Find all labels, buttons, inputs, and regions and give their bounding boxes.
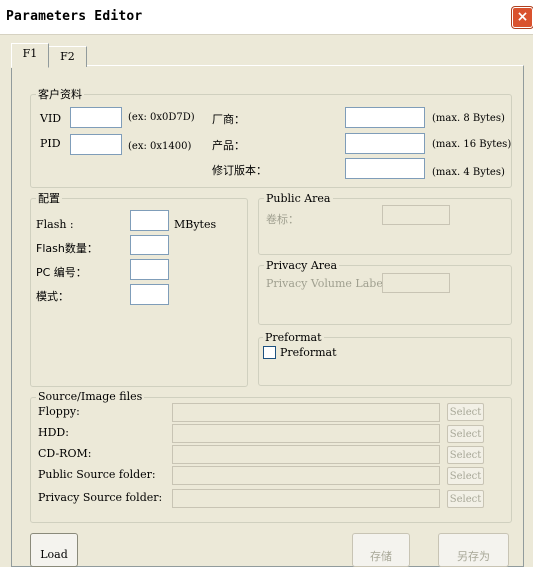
- source-files-title: Source/Image files: [36, 390, 145, 403]
- hdd-label: HDD:: [38, 426, 69, 439]
- close-icon[interactable]: ×: [512, 7, 533, 28]
- privacy-source-path-input: [172, 489, 440, 508]
- tab-f1[interactable]: F1: [11, 43, 49, 68]
- save-button: 存储: [352, 533, 410, 567]
- floppy-path-input: [172, 403, 440, 422]
- cdrom-label: CD-ROM:: [38, 447, 92, 460]
- privacy-source-select-button: Select: [447, 490, 484, 508]
- hdd-path-input: [172, 424, 440, 443]
- public-volume-label: 卷标：: [266, 213, 299, 226]
- product-input[interactable]: [345, 133, 425, 154]
- config-title: 配置: [36, 190, 62, 206]
- preformat-title: Preformat: [263, 331, 324, 344]
- privacy-source-label: Privacy Source folder:: [38, 491, 163, 504]
- pid-input[interactable]: [70, 134, 122, 155]
- public-source-select-button: Select: [447, 467, 484, 485]
- cdrom-path-input: [172, 445, 440, 464]
- window-title: Parameters Editor: [6, 9, 143, 24]
- privacy-area-title: Privacy Area: [264, 259, 340, 272]
- flash-count-input[interactable]: [130, 235, 169, 255]
- product-hint: (max. 16 Bytes): [432, 139, 512, 150]
- tab-f2[interactable]: F2: [48, 46, 87, 67]
- vendor-label: 厂商：: [212, 113, 245, 126]
- cdrom-select-button: Select: [447, 446, 484, 464]
- floppy-select-button: Select: [447, 403, 484, 421]
- pc-number-label: PC 编号：: [36, 266, 87, 279]
- mode-label: 模式：: [36, 290, 69, 303]
- privacy-volume-label: Privacy Volume Label:: [266, 277, 391, 290]
- floppy-label: Floppy:: [38, 405, 80, 418]
- flash-count-label: Flash数量：: [36, 242, 98, 255]
- vid-label: VID: [40, 112, 62, 125]
- vid-hint: (ex: 0x0D7D): [128, 112, 195, 123]
- revision-label: 修订版本：: [212, 164, 267, 177]
- customer-info-title: 客户资料: [36, 86, 84, 102]
- pc-number-input[interactable]: [130, 259, 169, 280]
- title-bar: Parameters Editor ×: [0, 0, 533, 35]
- preformat-group: [258, 337, 512, 386]
- public-source-path-input: [172, 466, 440, 485]
- vendor-input[interactable]: [345, 107, 425, 128]
- mode-input[interactable]: [130, 284, 169, 305]
- pid-hint: (ex: 0x1400): [128, 141, 192, 152]
- public-area-title: Public Area: [264, 192, 333, 205]
- flash-label: Flash :: [36, 218, 74, 231]
- flash-size-input[interactable]: [130, 210, 169, 231]
- pid-label: PID: [40, 137, 61, 150]
- hdd-select-button: Select: [447, 425, 484, 443]
- save-as-button: 另存为: [438, 533, 509, 567]
- privacy-volume-input: [382, 273, 450, 293]
- public-source-label: Public Source folder:: [38, 468, 156, 481]
- flash-unit: MBytes: [174, 218, 217, 231]
- preformat-checkbox-label: Preformat: [280, 346, 337, 359]
- vendor-hint: (max. 8 Bytes): [432, 113, 505, 124]
- revision-hint: (max. 4 Bytes): [432, 167, 505, 178]
- preformat-checkbox[interactable]: [263, 346, 276, 359]
- vid-input[interactable]: [70, 107, 122, 128]
- public-volume-input: [382, 205, 450, 225]
- revision-input[interactable]: [345, 158, 425, 179]
- product-label: 产品：: [212, 139, 245, 152]
- load-button[interactable]: Load: [30, 533, 78, 567]
